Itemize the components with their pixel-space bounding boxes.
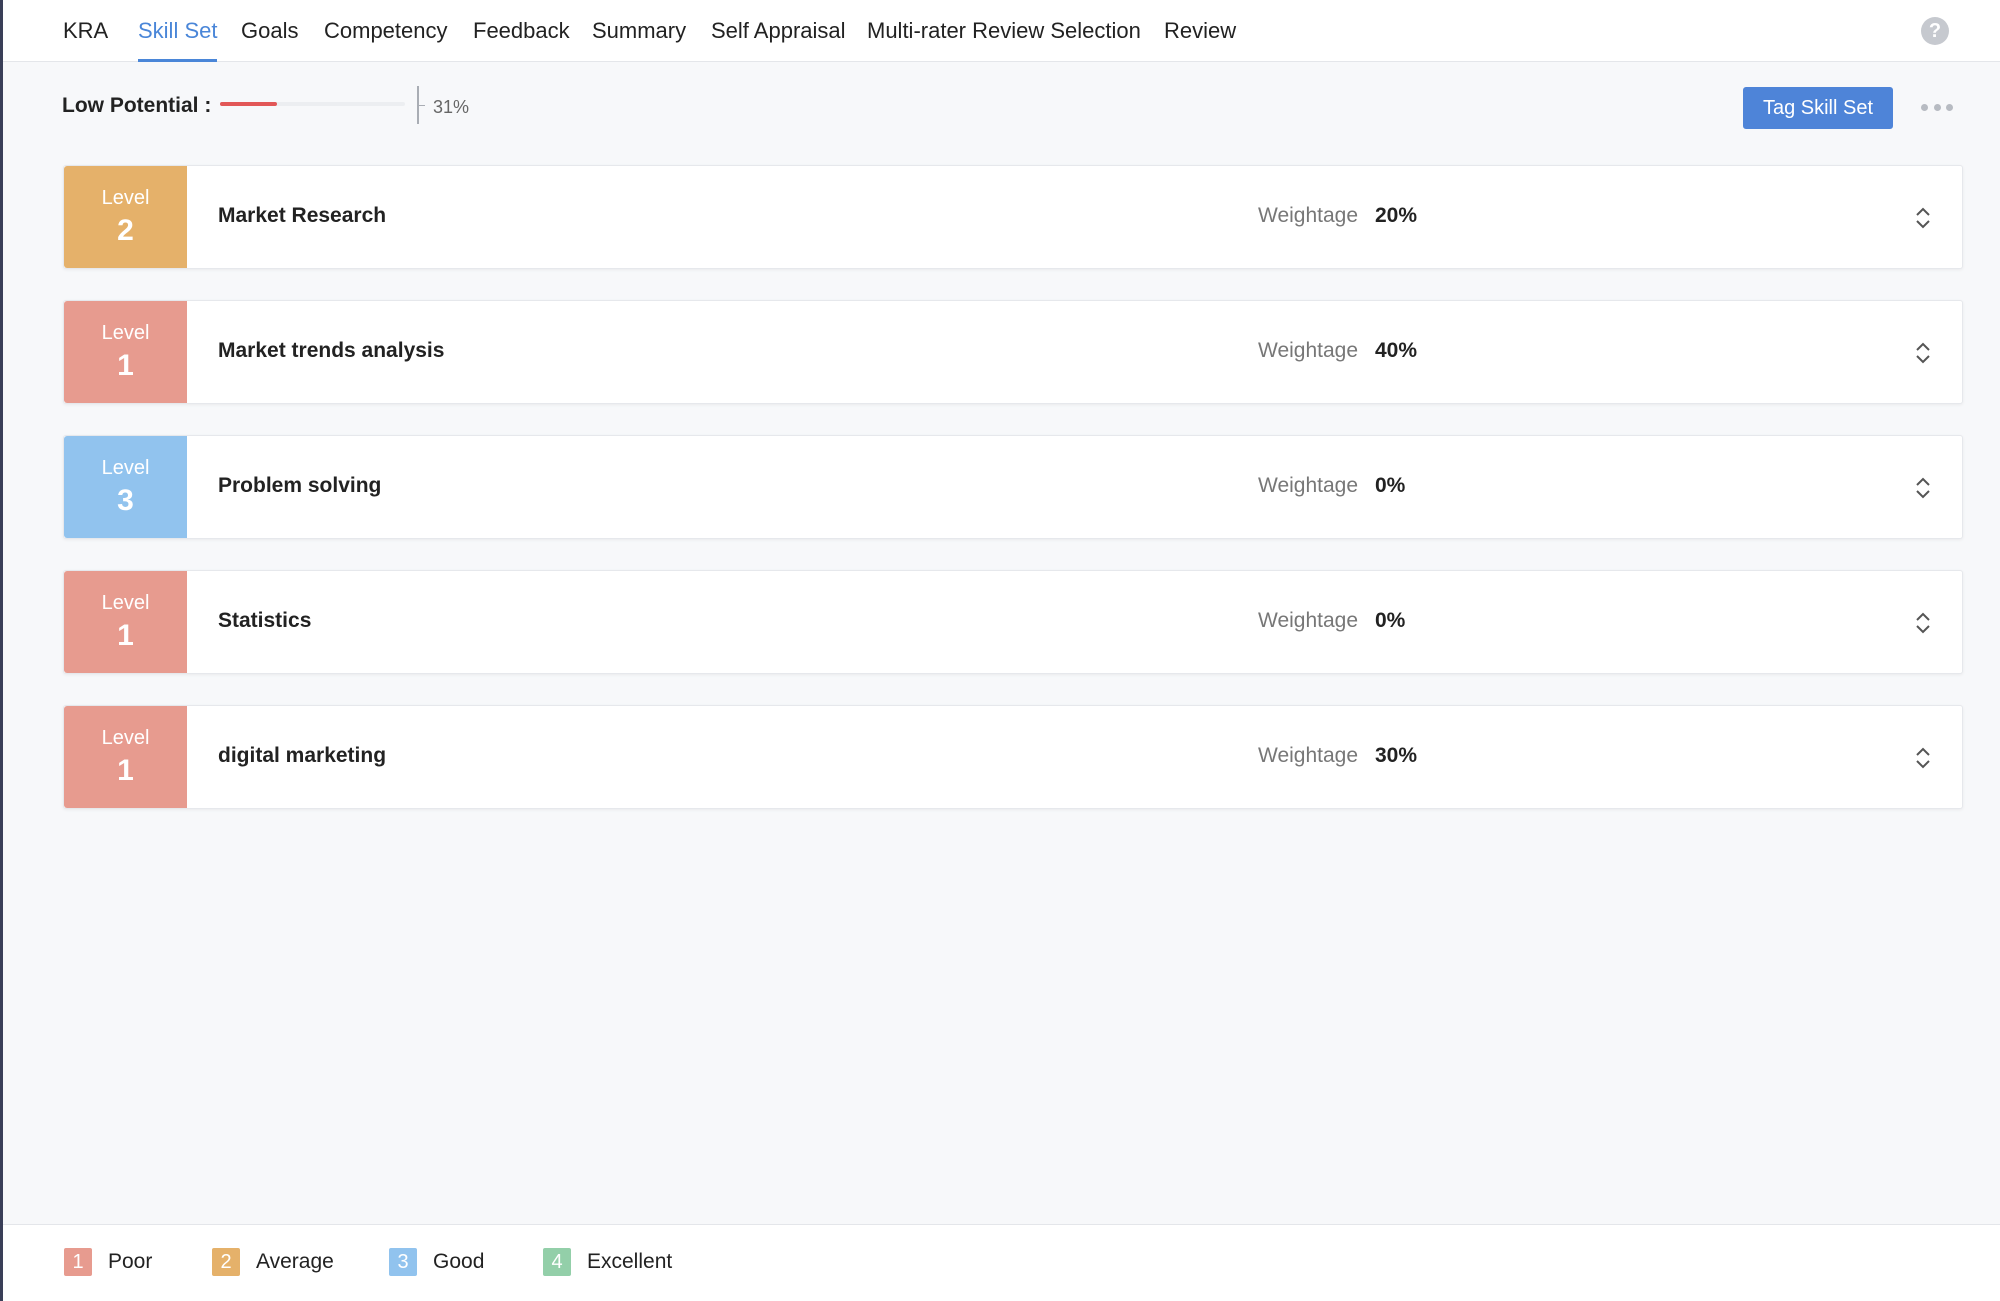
skill-name: Market trends analysis — [218, 339, 445, 362]
level-word: Level — [101, 322, 150, 344]
potential-progress-fill — [220, 102, 278, 106]
weightage-label: Weightage — [1258, 474, 1359, 497]
potential-value: 31% — [433, 97, 470, 117]
skill-name: Statistics — [218, 609, 312, 632]
level-number: 2 — [117, 214, 134, 247]
level-number: 3 — [117, 484, 134, 517]
legend-label: Good — [433, 1250, 485, 1273]
tab-skill-set[interactable]: Skill Set — [138, 18, 218, 62]
level-badge: Level 3 — [64, 436, 187, 538]
legend-swatch: 4 — [543, 1248, 571, 1276]
tab-goals[interactable]: Goals — [241, 18, 298, 62]
expand-collapse-icon[interactable] — [1912, 204, 1934, 232]
legend-label: Average — [256, 1250, 334, 1273]
skill-name: Problem solving — [218, 474, 382, 497]
expand-collapse-icon[interactable] — [1912, 609, 1934, 637]
expand-collapse-icon[interactable] — [1912, 339, 1934, 367]
weightage-label: Weightage — [1258, 609, 1359, 632]
legend-label: Excellent — [587, 1250, 673, 1273]
skill-card-statistics[interactable]: Level 1 Statistics Weightage 0% — [63, 570, 1963, 674]
potential-label: Low Potential : — [62, 94, 212, 117]
skill-card-market-trends-analysis[interactable]: Level 1 Market trends analysis Weightage… — [63, 300, 1963, 404]
tab-bar: KRA Skill Set Goals Competency Feedback … — [3, 0, 2000, 62]
legend-label: Poor — [108, 1250, 153, 1273]
tab-summary[interactable]: Summary — [592, 18, 686, 62]
skill-name: Market Research — [218, 204, 387, 227]
expand-collapse-icon[interactable] — [1912, 474, 1934, 502]
weightage-label: Weightage — [1258, 339, 1359, 362]
tag-skill-set-button[interactable]: Tag Skill Set — [1743, 87, 1893, 129]
tab-multi-rater-review-selection[interactable]: Multi-rater Review Selection — [867, 18, 1141, 62]
legend-swatch: 2 — [212, 1248, 240, 1276]
level-badge: Level 2 — [64, 166, 187, 268]
tab-competency[interactable]: Competency — [324, 18, 448, 62]
weightage-label: Weightage — [1258, 744, 1359, 767]
level-word: Level — [101, 727, 150, 749]
skill-card-digital-marketing[interactable]: Level 1 digital marketing Weightage 30% — [63, 705, 1963, 809]
skill-list: Level 2 Market Research Weightage 20% Le… — [63, 165, 1963, 840]
tab-self-appraisal[interactable]: Self Appraisal — [711, 18, 846, 62]
help-icon[interactable]: ? — [1921, 17, 1949, 45]
tab-kra[interactable]: KRA — [63, 18, 108, 62]
level-word: Level — [101, 457, 150, 479]
level-number: 1 — [117, 349, 134, 382]
skill-card-problem-solving[interactable]: Level 3 Problem solving Weightage 0% — [63, 435, 1963, 539]
legend-item-good: 3 Good — [389, 1248, 484, 1276]
appraisal-app: KRA Skill Set Goals Competency Feedback … — [0, 0, 2000, 1301]
expand-collapse-icon[interactable] — [1912, 744, 1934, 772]
skill-card-market-research[interactable]: Level 2 Market Research Weightage 20% — [63, 165, 1963, 269]
skill-name: digital marketing — [218, 744, 387, 767]
weightage-value: 0% — [1375, 609, 1406, 632]
legend-item-poor: 1 Poor — [64, 1248, 152, 1276]
weightage-value: 20% — [1375, 204, 1418, 227]
level-badge: Level 1 — [64, 301, 187, 403]
legend-item-average: 2 Average — [212, 1248, 334, 1276]
legend-swatch: 1 — [64, 1248, 92, 1276]
potential-progress-bar — [220, 102, 405, 106]
weightage-value: 0% — [1375, 474, 1406, 497]
tab-feedback[interactable]: Feedback — [473, 18, 570, 62]
level-badge: Level 1 — [64, 706, 187, 808]
weightage-value: 30% — [1375, 744, 1418, 767]
level-word: Level — [101, 592, 150, 614]
level-badge: Level 1 — [64, 571, 187, 673]
more-options-icon[interactable] — [1921, 97, 1953, 117]
potential-tick — [419, 105, 425, 106]
level-number: 1 — [117, 619, 134, 652]
tab-review[interactable]: Review — [1164, 18, 1236, 62]
legend-item-excellent: 4 Excellent — [543, 1248, 672, 1276]
weightage-label: Weightage — [1258, 204, 1359, 227]
level-number: 1 — [117, 754, 134, 787]
weightage-value: 40% — [1375, 339, 1418, 362]
level-word: Level — [101, 187, 150, 209]
legend-swatch: 3 — [389, 1248, 417, 1276]
level-legend: 1 Poor 2 Average 3 Good 4 Excellent — [3, 1224, 2000, 1301]
